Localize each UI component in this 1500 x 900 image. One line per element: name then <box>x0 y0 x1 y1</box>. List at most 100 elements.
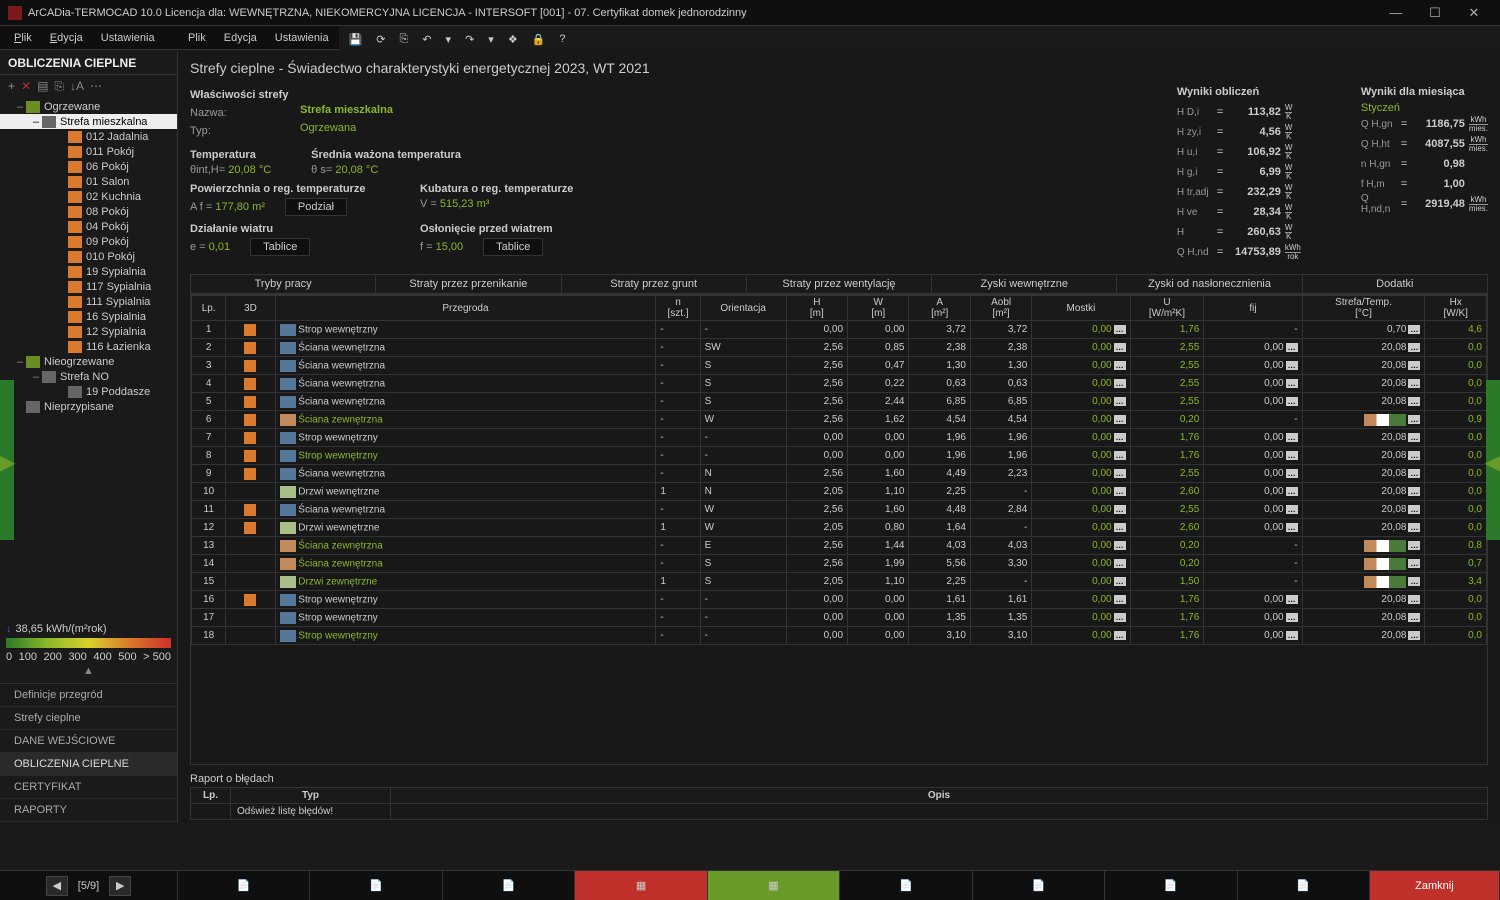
table-row[interactable]: 18 Strop wewnętrzny--0,000,003,103,100,0… <box>192 627 1487 645</box>
footer-seg-7[interactable]: 📄 <box>973 871 1105 900</box>
undo-dd-icon[interactable]: ▾ <box>446 33 452 46</box>
footer-seg-9[interactable]: 📄 <box>1238 871 1370 900</box>
col-header[interactable]: n[szt.] <box>656 296 700 321</box>
tree-node[interactable]: 02 Kuchnia <box>0 189 177 204</box>
tree-node[interactable]: 08 Pokój <box>0 204 177 219</box>
sidenav-item[interactable]: RAPORTY <box>0 799 177 822</box>
table-row[interactable]: 17 Strop wewnętrzny--0,000,001,351,350,0… <box>192 609 1487 627</box>
table-row[interactable]: 4 Ściana wewnętrzna-S2,560,220,630,630,0… <box>192 375 1487 393</box>
tab[interactable]: Tryby pracy <box>191 275 376 293</box>
col-header[interactable]: A[m²] <box>909 296 970 321</box>
tree-node[interactable]: –Strefa mieszkalna <box>0 114 177 129</box>
maximize-button[interactable]: ☐ <box>1417 5 1453 21</box>
tree-node[interactable]: 012 Jadalnia <box>0 129 177 144</box>
table-row[interactable]: 15 Drzwi zewnętrzne1S2,051,102,25-0,00…1… <box>192 573 1487 591</box>
next-page-button[interactable]: ▶ <box>109 876 131 896</box>
lock-icon[interactable]: 🔒 <box>532 33 546 46</box>
tree-node[interactable]: 12 Sypialnia <box>0 324 177 339</box>
tree-node[interactable]: –Strefa NO <box>0 369 177 384</box>
close-footer-button[interactable]: Zamknij <box>1370 871 1500 900</box>
menu-plik[interactable]: Plik <box>188 32 206 44</box>
footer-seg-red[interactable]: ▦ <box>575 871 707 900</box>
tree-node[interactable]: 010 Pokój <box>0 249 177 264</box>
footer-seg-6[interactable]: 📄 <box>840 871 972 900</box>
col-header[interactable]: fij <box>1204 296 1302 321</box>
col-header[interactable]: Hx[W/K] <box>1425 296 1487 321</box>
table-row[interactable]: 1 Strop wewnętrzny--0,000,003,723,720,00… <box>192 321 1487 339</box>
tree-node[interactable]: –Ogrzewane <box>0 99 177 114</box>
table-row[interactable]: 6 Ściana zewnętrzna-W2,561,624,544,540,0… <box>192 411 1487 429</box>
tree-node[interactable]: 011 Pokój <box>0 144 177 159</box>
sidenav-item[interactable]: Definicje przegród <box>0 684 177 707</box>
tablice-button-2[interactable]: Tablice <box>483 238 543 256</box>
col-header[interactable]: Orientacja <box>700 296 786 321</box>
right-arrow-icon[interactable]: ◀ <box>1485 450 1500 475</box>
copy-tree-icon[interactable]: ⎘ <box>54 79 64 94</box>
footer-seg-green[interactable]: ▦ <box>708 871 840 900</box>
sort-icon[interactable]: ↓A <box>70 79 84 93</box>
save-icon[interactable]: 💾 <box>349 33 363 46</box>
footer-seg-2[interactable]: 📄 <box>310 871 442 900</box>
tab[interactable]: Dodatki <box>1303 275 1487 293</box>
sidenav-item[interactable]: DANE WEJŚCIOWE <box>0 730 177 753</box>
add-icon[interactable]: + <box>8 79 15 93</box>
table-row[interactable]: 10 Drzwi wewnętrzne1N2,051,102,25-0,00…2… <box>192 483 1487 501</box>
tree-node[interactable]: 19 Sypialnia <box>0 264 177 279</box>
tab[interactable]: Zyski od nasłonecznienia <box>1117 275 1302 293</box>
help-icon[interactable]: ? <box>559 33 565 45</box>
tab[interactable]: Straty przez przenikanie <box>376 275 561 293</box>
layers-icon[interactable]: ❖ <box>508 33 518 46</box>
redo-icon[interactable]: ↷ <box>465 33 474 46</box>
month-value[interactable]: Styczeń <box>1361 102 1488 114</box>
tree-node[interactable]: 111 Sypialnia <box>0 294 177 309</box>
col-header[interactable]: Przegroda <box>275 296 656 321</box>
sidenav-item[interactable]: CERTYFIKAT <box>0 776 177 799</box>
table-row[interactable]: 5 Ściana wewnętrzna-S2,562,446,856,850,0… <box>192 393 1487 411</box>
table-row[interactable]: 9 Ściana wewnętrzna-N2,561,604,492,230,0… <box>192 465 1487 483</box>
left-arrow-icon[interactable]: ▶ <box>0 450 15 475</box>
prev-page-button[interactable]: ◀ <box>46 876 68 896</box>
tree-node[interactable]: –Nieogrzewane <box>0 354 177 369</box>
table-row[interactable]: 16 Strop wewnętrzny--0,000,001,611,610,0… <box>192 591 1487 609</box>
footer-seg-1[interactable]: 📄 <box>178 871 310 900</box>
tree-node[interactable]: 19 Poddasze <box>0 384 177 399</box>
table-row[interactable]: 13 Ściana zewnętrzna-E2,561,444,034,030,… <box>192 537 1487 555</box>
table-row[interactable]: 11 Ściana wewnętrzna-W2,561,604,482,840,… <box>192 501 1487 519</box>
table-row[interactable]: 12 Drzwi wewnętrzne1W2,050,801,64-0,00…2… <box>192 519 1487 537</box>
copy-icon[interactable]: ⎘ <box>400 33 409 46</box>
undo-icon[interactable]: ↶ <box>422 33 431 46</box>
tree-node[interactable]: 01 Salon <box>0 174 177 189</box>
footer-seg-3[interactable]: 📄 <box>443 871 575 900</box>
table-row[interactable]: 14 Ściana zewnętrzna-S2,561,995,563,300,… <box>192 555 1487 573</box>
tab[interactable]: Straty przez wentylację <box>747 275 932 293</box>
menu-plik-2[interactable]: Plik <box>14 32 32 44</box>
tab[interactable]: Straty przez grunt <box>562 275 747 293</box>
delete-icon[interactable]: ✕ <box>21 79 31 93</box>
filter-icon[interactable]: ▤ <box>37 79 48 93</box>
col-header[interactable]: U[W/m²K] <box>1130 296 1204 321</box>
menu-ustawienia[interactable]: Ustawienia <box>275 32 329 44</box>
col-header[interactable]: W[m] <box>848 296 909 321</box>
col-header[interactable]: Lp. <box>192 296 226 321</box>
redo-dd-icon[interactable]: ▾ <box>488 33 494 46</box>
tab[interactable]: Zyski wewnętrzne <box>932 275 1117 293</box>
tree-node[interactable]: Nieprzypisane <box>0 399 177 414</box>
tree-node[interactable]: 117 Sypialnia <box>0 279 177 294</box>
tree-node[interactable]: 116 Łazienka <box>0 339 177 354</box>
minimize-button[interactable]: — <box>1378 5 1414 20</box>
footer-seg-8[interactable]: 📄 <box>1105 871 1237 900</box>
sidenav-item[interactable]: OBLICZENIA CIEPLNE <box>0 753 177 776</box>
menu-edycja[interactable]: Edycja <box>224 32 257 44</box>
podzial-button[interactable]: Podział <box>285 198 347 216</box>
refresh-icon[interactable]: ⟳ <box>376 33 385 46</box>
tree-node[interactable]: 16 Sypialnia <box>0 309 177 324</box>
menu-ustawienia-2[interactable]: Ustawienia <box>101 32 155 44</box>
table-row[interactable]: 8 Strop wewnętrzny--0,000,001,961,960,00… <box>192 447 1487 465</box>
tree-node[interactable]: 04 Pokój <box>0 219 177 234</box>
col-header[interactable]: 3D <box>226 296 275 321</box>
sidenav-item[interactable]: Strefy cieplne <box>0 707 177 730</box>
col-header[interactable]: Strefa/Temp.[°C] <box>1302 296 1425 321</box>
col-header[interactable]: Aobl[m²] <box>970 296 1031 321</box>
tree-node[interactable]: 09 Pokój <box>0 234 177 249</box>
col-header[interactable]: Mostki <box>1032 296 1130 321</box>
